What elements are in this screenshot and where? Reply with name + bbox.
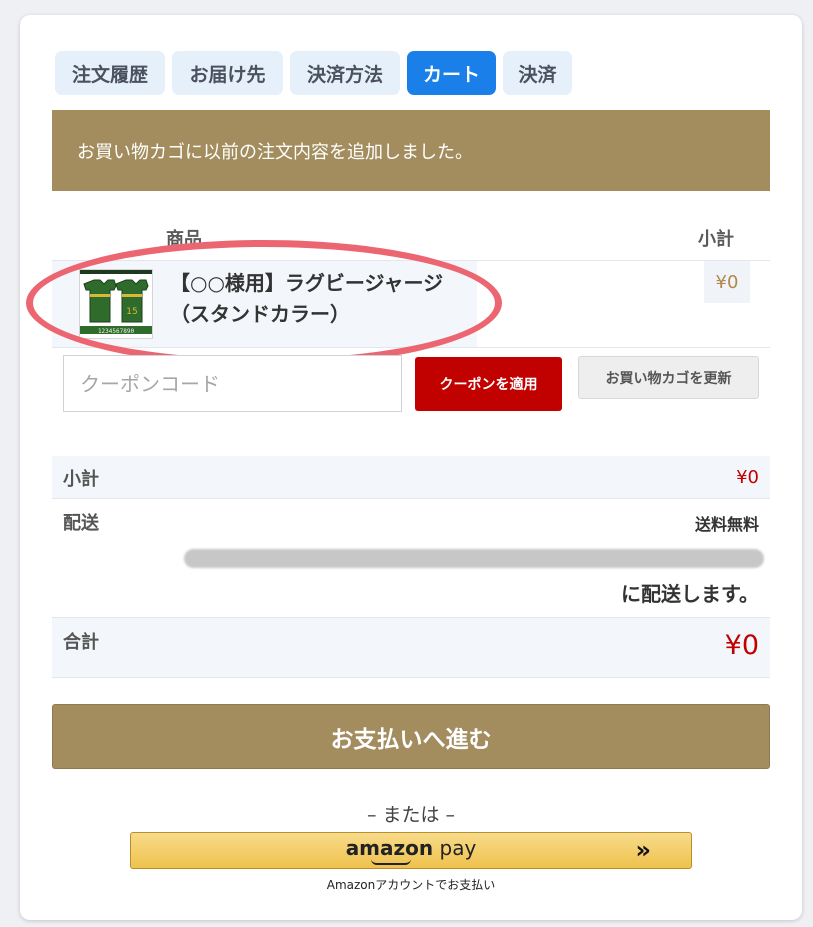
total-label: 合計	[63, 632, 99, 653]
amazon-logo-pay: pay	[433, 836, 477, 860]
proceed-to-checkout-button[interactable]: お支払いへ進む	[52, 704, 770, 769]
amazon-smile-icon	[371, 859, 411, 865]
tab-cart[interactable]: カート	[407, 51, 496, 95]
summary-total-row: 合計 ¥0	[52, 617, 770, 678]
coupon-code-input[interactable]	[63, 355, 402, 412]
tab-order-history[interactable]: 注文履歴	[55, 51, 165, 95]
amazon-pay-caption: Amazonアカウントでお支払い	[326, 878, 496, 892]
shipping-value: 送料無料	[694, 515, 759, 534]
amazon-logo-word: amazon	[345, 836, 434, 860]
amazon-pay-logo: amazon pay	[131, 836, 691, 860]
shipping-destination-note: に配送します。	[621, 582, 759, 606]
double-chevron-right-icon: »	[635, 836, 651, 864]
subtotal-value: ¥0	[736, 467, 759, 488]
cart-card: 注文履歴 お届け先 決済方法 カート 決済 お買い物カゴに以前の注文内容を追加し…	[20, 15, 802, 920]
cart-notice-banner: お買い物カゴに以前の注文内容を追加しました。	[52, 110, 770, 191]
jersey-number-strip: 1234567890	[98, 328, 135, 335]
apply-coupon-button[interactable]: クーポンを適用	[415, 357, 562, 411]
subtotal-label: 小計	[63, 469, 99, 490]
product-name-line2: （スタンドカラー）	[170, 302, 350, 326]
product-thumbnail[interactable]: 15 1234567890	[79, 269, 153, 339]
product-name-line1: 【○○様用】ラグビージャージ	[170, 271, 444, 295]
notice-text: お買い物カゴに以前の注文内容を追加しました。	[77, 141, 473, 163]
update-cart-button[interactable]: お買い物カゴを更新	[578, 356, 759, 399]
tab-checkout[interactable]: 決済	[503, 51, 572, 95]
redacted-address-bar	[184, 549, 764, 568]
cart-item-row: 15 1234567890 【○○様用】ラグビージャージ （スタンドカラー） ¥…	[52, 260, 770, 348]
jersey-number: 15	[126, 307, 137, 317]
amazon-pay-button[interactable]: amazon pay »	[130, 832, 692, 869]
tab-shipping-address[interactable]: お届け先	[172, 51, 283, 95]
item-price: ¥0	[704, 261, 750, 303]
summary-subtotal-row: 小計 ¥0	[52, 456, 770, 499]
or-divider: – または –	[366, 804, 456, 826]
tab-payment-method[interactable]: 決済方法	[290, 51, 400, 95]
jersey-image: 15 1234567890	[80, 270, 152, 338]
column-header-product: 商品	[166, 229, 202, 250]
column-header-subtotal: 小計	[698, 229, 734, 250]
product-name-link[interactable]: 【○○様用】ラグビージャージ （スタンドカラー）	[170, 268, 470, 330]
total-value: ¥0	[724, 630, 759, 661]
shipping-label: 配送	[63, 513, 99, 534]
